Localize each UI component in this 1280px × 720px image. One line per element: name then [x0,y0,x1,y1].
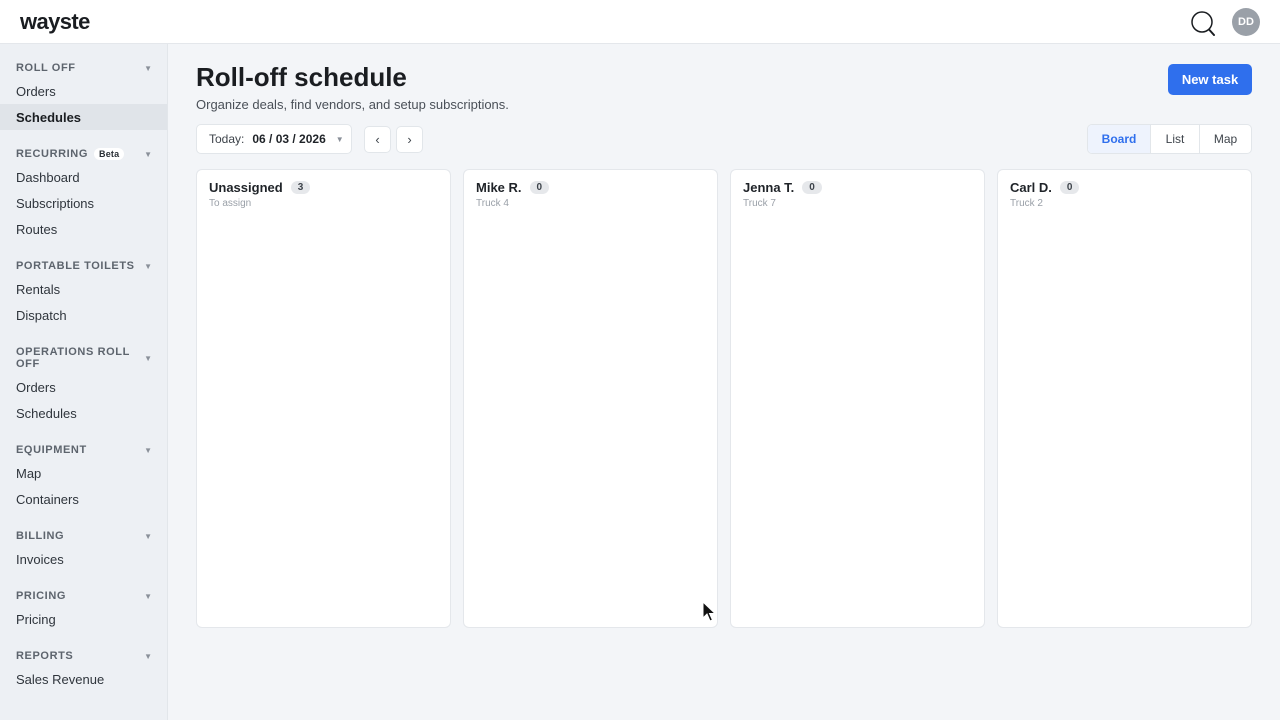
sidebar-item-routes[interactable]: Routes [0,216,167,242]
column-name: Carl D. [1010,180,1052,195]
sidebar-item-invoices[interactable]: Invoices [0,546,167,572]
board-column-jenna-t[interactable]: Jenna T. 0 Truck 7 [730,169,985,628]
sidebar-item-dispatch[interactable]: Dispatch [0,302,167,328]
sidebar-item-map[interactable]: Map [0,460,167,486]
board-column-unassigned[interactable]: Unassigned 3 To assign [196,169,451,628]
column-subtitle: Truck 7 [743,198,776,209]
chevron-down-icon: ▼ [144,445,152,455]
chevron-down-icon: ▼ [144,261,152,271]
column-header: Carl D. 0 [1010,180,1080,195]
page-subtitle: Organize deals, find vendors, and setup … [196,97,509,112]
view-list-tab[interactable]: List [1151,125,1200,153]
sidebar-item-subscriptions[interactable]: Subscriptions [0,190,167,216]
column-subtitle: Truck 2 [1010,198,1043,209]
section-title: ROLL OFF [16,62,76,74]
sidebar: ROLL OFF ▼ Orders Schedules RECURRING Be… [0,44,168,720]
section-header-billing[interactable]: BILLING ▼ [16,530,152,542]
sidebar-item-orders[interactable]: Orders [0,78,167,104]
date-picker[interactable]: Today: 06 / 03 / 2026 ▼ [196,124,352,154]
section-title: RECURRING [16,148,89,160]
column-subtitle: Truck 4 [476,198,509,209]
column-count-badge: 0 [802,181,822,194]
sidebar-item-schedules[interactable]: Schedules [0,104,167,130]
top-bar: wayste DD [0,0,1280,44]
board-column-carl-d[interactable]: Carl D. 0 Truck 2 [997,169,1252,628]
search-icon[interactable] [1190,10,1216,36]
column-header: Unassigned 3 [209,180,311,195]
column-name: Mike R. [476,180,522,195]
prev-day-button[interactable]: ‹ [364,126,391,153]
chevron-down-icon: ▼ [335,134,344,144]
section-title: EQUIPMENT [16,444,87,456]
sidebar-item-sales-revenue[interactable]: Sales Revenue [0,666,167,692]
sidebar-item-rentals[interactable]: Rentals [0,276,167,302]
section-header-recurring[interactable]: RECURRING Beta ▼ [16,148,152,160]
section-title: PRICING [16,590,67,602]
chevron-down-icon: ▼ [144,63,152,73]
new-task-button[interactable]: New task [1168,64,1252,95]
section-header-operations-roll-off[interactable]: OPERATIONS ROLL OFF ▼ [16,346,152,370]
section-header-portable-toilets[interactable]: PORTABLE TOILETS ▼ [16,260,152,272]
chevron-down-icon: ▼ [144,651,152,661]
date-value: 06 / 03 / 2026 [252,132,326,146]
section-header-equipment[interactable]: EQUIPMENT ▼ [16,444,152,456]
board-column-mike-r[interactable]: Mike R. 0 Truck 4 [463,169,718,628]
section-title: OPERATIONS ROLL OFF [16,346,130,370]
view-board-tab[interactable]: Board [1088,125,1151,153]
sidebar-item-ops-orders[interactable]: Orders [0,374,167,400]
date-label: Today: [209,132,245,146]
chevron-down-icon: ▼ [144,353,152,363]
view-map-tab[interactable]: Map [1200,125,1251,153]
column-count-badge: 3 [290,181,311,194]
sidebar-item-ops-schedules[interactable]: Schedules [0,400,167,426]
column-name: Unassigned [209,180,283,195]
user-avatar[interactable]: DD [1232,8,1260,36]
section-title: PORTABLE TOILETS [16,260,135,272]
column-name: Jenna T. [743,180,795,195]
column-count-badge: 0 [529,181,550,194]
section-header-reports[interactable]: REPORTS ▼ [16,650,152,662]
app-logo[interactable]: wayste [20,9,90,35]
section-title: REPORTS [16,650,74,662]
column-header: Mike R. 0 [476,180,550,195]
chevron-down-icon: ▼ [144,149,152,159]
chevron-down-icon: ▼ [144,531,152,541]
section-header-pricing[interactable]: PRICING ▼ [16,590,152,602]
next-day-button[interactable]: › [396,126,423,153]
chevron-down-icon: ▼ [144,591,152,601]
page-title: Roll-off schedule [196,62,407,92]
sidebar-item-pricing[interactable]: Pricing [0,606,167,632]
column-subtitle: To assign [209,198,252,209]
mouse-pointer-icon [702,600,717,623]
column-header: Jenna T. 0 [743,180,822,195]
beta-badge: Beta [94,148,125,160]
sidebar-item-dashboard[interactable]: Dashboard [0,164,167,190]
column-count-badge: 0 [1059,181,1080,194]
section-title: BILLING [16,530,65,542]
view-toggle: Board List Map [1087,124,1252,154]
section-header-roll-off[interactable]: ROLL OFF ▼ [16,62,152,74]
sidebar-item-containers[interactable]: Containers [0,486,167,512]
